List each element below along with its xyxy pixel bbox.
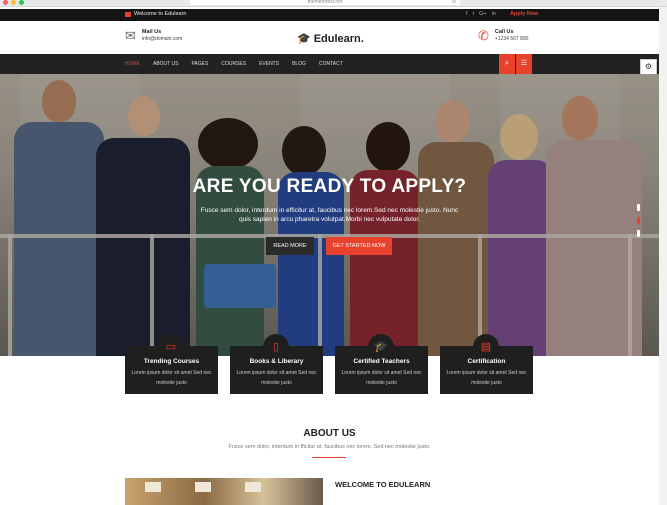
- phone-icon: ✆: [478, 28, 489, 43]
- title-underline: [312, 457, 346, 458]
- maximize-window-dot[interactable]: [19, 0, 24, 5]
- welcome-message: Welcome to Edulearn: [125, 11, 186, 17]
- slide-dot[interactable]: [637, 204, 640, 211]
- nav-item-courses[interactable]: COURSES: [221, 61, 246, 67]
- nav-item-blog[interactable]: BLOG: [292, 61, 306, 67]
- slide-dot[interactable]: [637, 230, 640, 237]
- get-started-button[interactable]: GET STARTED NOW: [326, 237, 392, 255]
- feature-desc: Lorem ipsum dolor sit amet Sed nec moles…: [236, 370, 317, 386]
- mail-title: Mail Us: [141, 29, 162, 35]
- apply-now-link[interactable]: Apply Now: [510, 11, 538, 17]
- call-value[interactable]: +1234 567 890: [495, 36, 529, 42]
- feature-card[interactable]: 🎓 Certified Teachers Lorem ipsum dolor s…: [335, 334, 428, 394]
- envelope-icon: ✉: [125, 28, 136, 43]
- about-subtitle: Fusce sem dolor, interdum in fficitur at…: [228, 444, 431, 450]
- social-links: f t G+ in: [466, 11, 496, 17]
- browser-chrome: themeforest.net ↻: [0, 0, 667, 7]
- welcome-text: Welcome to Edulearn: [134, 11, 187, 17]
- slide-dot-active[interactable]: [637, 217, 640, 224]
- feature-title: Certified Teachers: [353, 358, 410, 365]
- hero-slider: ARE YOU READY TO APPLY? Fusce sem dolor,…: [0, 74, 659, 356]
- photo-detail: [245, 482, 261, 492]
- call-contact: ✆ Call Us +1234 567 890: [478, 29, 528, 43]
- graduation-cap-logo-icon: 🎓: [297, 33, 311, 45]
- feature-title: Books & Liberary: [249, 358, 304, 365]
- nav-item-events[interactable]: EVENTS: [259, 61, 279, 67]
- book-icon: ▯: [263, 334, 289, 360]
- facebook-icon[interactable]: f: [466, 11, 468, 17]
- reload-icon[interactable]: ↻: [452, 0, 456, 5]
- read-more-button[interactable]: READ MORE: [266, 237, 314, 255]
- browser-window: themeforest.net ↻ Welcome to Edulearn f …: [0, 0, 667, 505]
- nav-item-home[interactable]: HOME: [125, 61, 140, 67]
- monitor-icon: ▭: [158, 334, 184, 360]
- certificate-icon: ▤: [473, 334, 499, 360]
- slider-pagination: [637, 204, 640, 243]
- mail-value[interactable]: info@domain.com: [142, 36, 182, 42]
- call-title: Call Us: [494, 29, 514, 35]
- hero-subtitle: Fusce sem dolor, interdum in efficitur a…: [200, 207, 459, 223]
- nav-item-pages[interactable]: PAGES: [191, 61, 208, 67]
- site-header: ✉ Mail Us info@domain.com 🎓 Edulearn. ✆ …: [0, 21, 659, 54]
- gear-icon: ⚙: [644, 62, 653, 71]
- linkedin-icon[interactable]: in: [492, 11, 496, 17]
- feature-desc: Lorem ipsum dolor sit amet Sed nec moles…: [446, 370, 527, 386]
- nav-item-contact[interactable]: CONTACT: [319, 61, 343, 67]
- page-edge: [659, 7, 667, 505]
- search-button[interactable]: ⌕: [499, 54, 515, 74]
- feature-title: Trending Courses: [143, 358, 200, 365]
- menu-button[interactable]: ☰: [516, 54, 532, 74]
- feature-desc: Lorem ipsum dolor sit amet Sed nec moles…: [341, 370, 422, 386]
- feature-card[interactable]: ▤ Certification Lorem ipsum dolor sit am…: [440, 334, 533, 394]
- photo-detail: [145, 482, 161, 492]
- photo-detail: [195, 482, 211, 492]
- google-plus-icon[interactable]: G+: [479, 11, 487, 17]
- about-title: ABOUT US: [303, 428, 356, 439]
- about-image: [125, 478, 323, 505]
- main-nav: HOME ABOUT US PAGES COURSES EVENTS BLOG …: [0, 54, 659, 74]
- welcome-heading: WELCOME TO EDULEARN: [335, 480, 431, 489]
- hamburger-icon: ☰: [520, 60, 528, 67]
- twitter-icon[interactable]: t: [473, 11, 475, 17]
- feature-card[interactable]: ▯ Books & Liberary Lorem ipsum dolor sit…: [230, 334, 323, 394]
- top-bar: Welcome to Edulearn f t G+ in Apply Now: [0, 9, 659, 21]
- close-window-dot[interactable]: [3, 0, 8, 5]
- logo-text: Edulearn.: [313, 32, 364, 45]
- address-bar[interactable]: themeforest.net: [190, 0, 460, 5]
- search-icon: ⌕: [505, 60, 509, 67]
- feature-title: Certification: [467, 358, 506, 365]
- settings-toggle-button[interactable]: ⚙: [640, 59, 657, 75]
- mail-contact: ✉ Mail Us info@domain.com: [125, 29, 182, 43]
- feature-desc: Lorem ipsum dolor sit amet Sed nec moles…: [131, 370, 212, 386]
- site-logo[interactable]: 🎓 Edulearn.: [297, 32, 364, 46]
- minimize-window-dot[interactable]: [11, 0, 16, 5]
- hero-title: ARE YOU READY TO APPLY?: [192, 176, 467, 197]
- nav-item-about-us[interactable]: ABOUT US: [153, 61, 178, 67]
- envelope-small-icon: [125, 11, 131, 17]
- graduation-cap-icon: 🎓: [368, 334, 394, 360]
- feature-cards: ▭ Trending Courses Lorem ipsum dolor sit…: [125, 334, 533, 394]
- feature-card[interactable]: ▭ Trending Courses Lorem ipsum dolor sit…: [125, 334, 218, 394]
